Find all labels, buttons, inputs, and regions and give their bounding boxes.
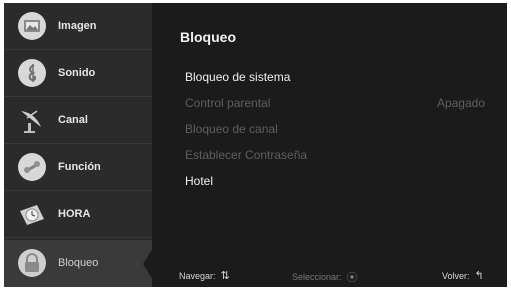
- navigate-hint-label: Navegar:: [179, 270, 216, 281]
- menu-item-control-parental: Control parental Apagado: [185, 93, 485, 113]
- sidebar-item-imagen[interactable]: Imagen: [4, 3, 152, 50]
- sidebar-item-label: Imagen: [58, 20, 97, 32]
- ok-button-icon: ⦿: [346, 272, 358, 284]
- sidebar-item-hora[interactable]: HORA: [4, 191, 152, 238]
- main-panel: Bloqueo Bloqueo de sistema Control paren…: [152, 3, 507, 287]
- padlock-icon: [16, 247, 48, 279]
- music-note-icon: [16, 57, 48, 89]
- menu-item-bloqueo-de-canal: Bloqueo de canal: [185, 119, 485, 139]
- sidebar-item-label: Sonido: [58, 67, 96, 79]
- sidebar-item-label: Canal: [58, 114, 88, 126]
- clock-icon: [16, 198, 48, 230]
- sidebar-item-sonido[interactable]: Sonido: [4, 50, 152, 97]
- satellite-dish-icon: [16, 104, 48, 136]
- sidebar: Imagen Sonido Canal Función HORA Bloqueo: [4, 3, 153, 287]
- sidebar-item-canal[interactable]: Canal: [4, 97, 152, 144]
- navigate-hint: Navegar: ⇅: [179, 269, 230, 282]
- navigate-arrows-icon: ⇅: [220, 270, 230, 282]
- menu-item-label: Establecer Contraseña: [185, 148, 308, 162]
- sidebar-item-label: Bloqueo: [58, 257, 99, 269]
- select-hint-label: Seleccionar:: [292, 272, 342, 282]
- sidebar-item-label: Función: [58, 161, 101, 173]
- menu-item-value: Apagado: [436, 96, 485, 110]
- footer-hints: Navegar: ⇅ Seleccionar: ⦿ Volver: ↰: [152, 265, 507, 287]
- image-icon: [16, 10, 48, 42]
- menu-item-hotel[interactable]: Hotel: [185, 171, 485, 191]
- select-hint: Seleccionar: ⦿: [292, 269, 358, 285]
- menu-item-label: Control parental: [185, 96, 271, 110]
- page-title: Bloqueo: [180, 29, 236, 45]
- menu-item-label: Bloqueo de canal: [185, 122, 278, 136]
- menu-item-label: Bloqueo de sistema: [185, 70, 291, 84]
- sidebar-item-bloqueo[interactable]: Bloqueo: [4, 240, 153, 287]
- sidebar-item-funcion[interactable]: Función: [4, 144, 152, 191]
- back-arrow-icon: ↰: [474, 270, 484, 282]
- back-hint: Volver: ↰: [442, 269, 484, 282]
- back-hint-label: Volver:: [442, 270, 470, 281]
- menu-item-establecer-contrasena: Establecer Contraseña: [185, 145, 485, 165]
- tools-icon: [16, 151, 48, 183]
- menu-item-label: Hotel: [185, 174, 214, 188]
- sidebar-item-label: HORA: [58, 208, 91, 220]
- tv-menu-screen: Imagen Sonido Canal Función HORA Bloqueo…: [4, 3, 507, 287]
- menu-item-bloqueo-de-sistema[interactable]: Bloqueo de sistema: [185, 67, 485, 87]
